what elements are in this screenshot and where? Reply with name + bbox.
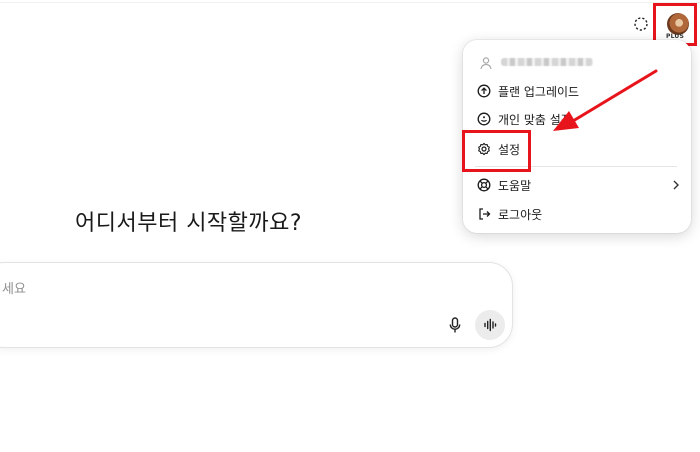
microphone-icon bbox=[449, 316, 461, 332]
dashed-circle-icon bbox=[634, 17, 648, 31]
top-divider bbox=[0, 2, 700, 3]
account-email-row bbox=[479, 52, 593, 72]
lifebuoy-icon bbox=[477, 178, 491, 192]
menu-item-label: 개인 맞춤 설정 bbox=[498, 112, 572, 127]
account-email-redacted bbox=[501, 58, 593, 66]
menu-item-label: 도움말 bbox=[498, 178, 532, 193]
temporary-chat-button[interactable] bbox=[630, 13, 652, 35]
settings-highlight-box bbox=[462, 130, 531, 172]
menu-item-upgrade-plan[interactable]: 플랜 업그레이드 bbox=[477, 80, 579, 102]
logout-icon bbox=[477, 207, 491, 221]
menu-item-personalize[interactable]: 개인 맞춤 설정 bbox=[477, 108, 572, 130]
menu-item-label: 플랜 업그레이드 bbox=[498, 84, 580, 99]
menu-item-help[interactable]: 도움말 bbox=[477, 174, 531, 196]
avatar[interactable] bbox=[667, 13, 689, 35]
page-title: 어디서부터 시작할까요? bbox=[75, 211, 303, 236]
person-icon bbox=[479, 55, 493, 70]
upgrade-icon bbox=[477, 84, 491, 98]
dictate-button[interactable] bbox=[446, 314, 464, 336]
menu-item-label: 로그아웃 bbox=[498, 207, 543, 222]
menu-item-logout[interactable]: 로그아웃 bbox=[477, 203, 542, 225]
plan-badge: PLUS bbox=[665, 33, 684, 40]
waveform-icon bbox=[484, 318, 497, 332]
prompt-composer[interactable]: 세요 bbox=[0, 262, 513, 348]
chevron-right-icon bbox=[673, 180, 679, 190]
personalize-icon bbox=[477, 112, 491, 126]
prompt-placeholder: 세요 bbox=[2, 282, 26, 297]
voice-mode-button[interactable] bbox=[475, 310, 505, 340]
